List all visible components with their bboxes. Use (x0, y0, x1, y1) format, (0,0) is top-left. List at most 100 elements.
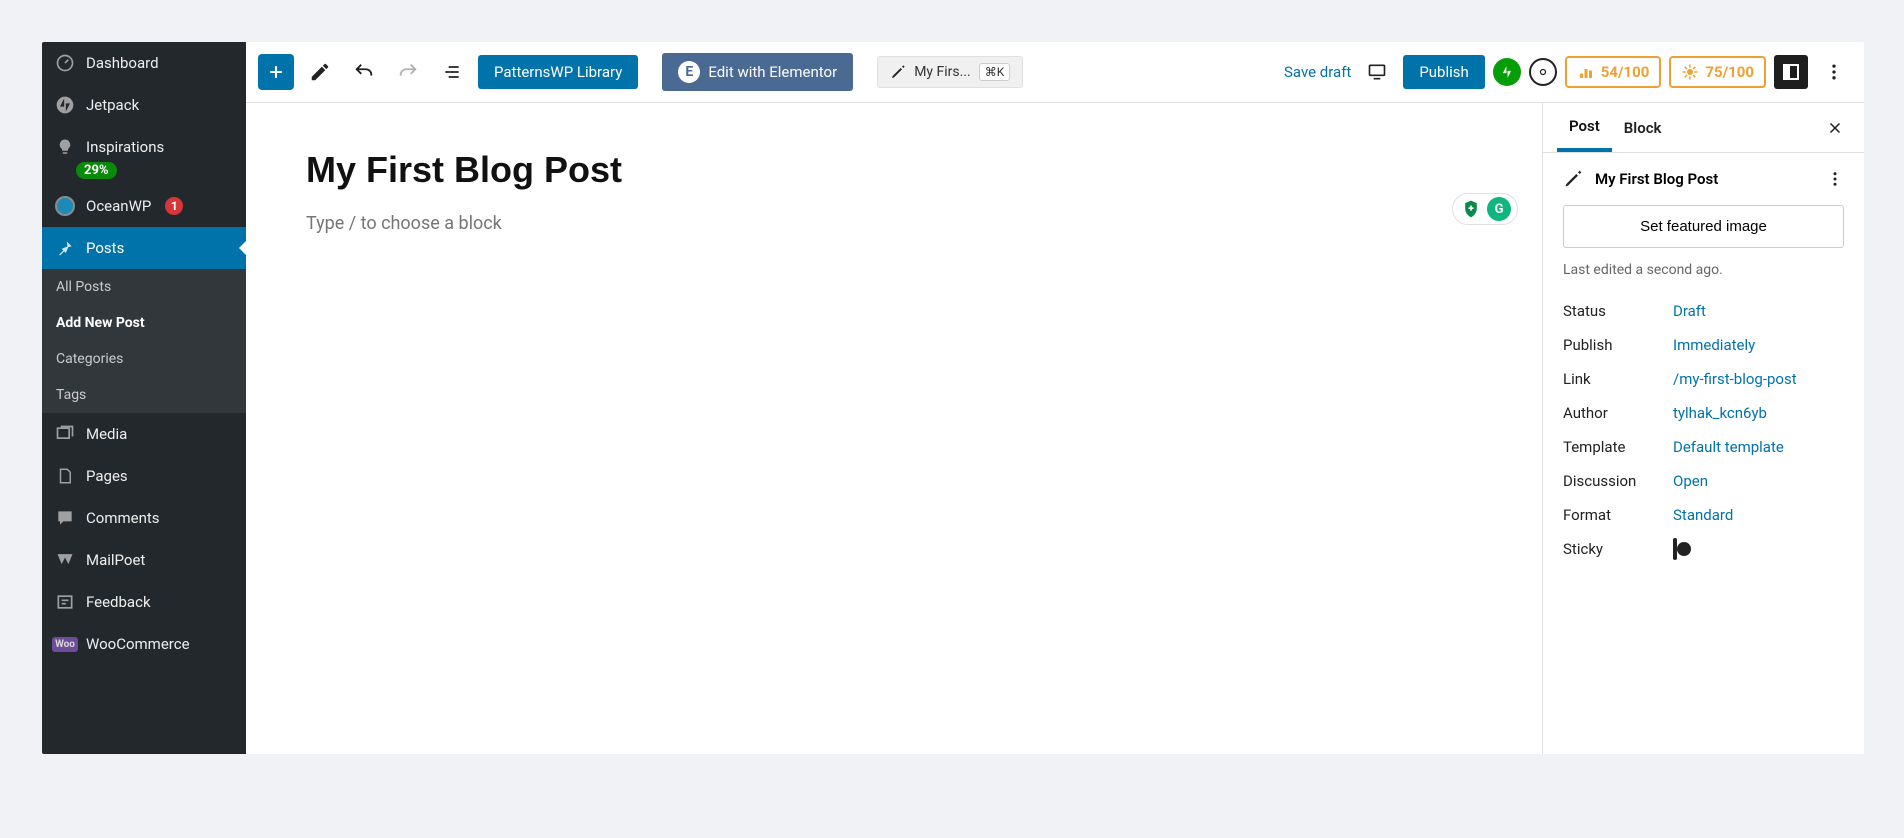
notification-count-badge: 1 (165, 197, 183, 215)
comment-icon (54, 507, 76, 529)
admin-sidebar: Dashboard Jetpack Inspirations 29% Ocean… (42, 42, 246, 754)
seo-gear-icon (1681, 63, 1699, 81)
sidebar-label: MailPoet (86, 551, 145, 569)
sidebar-item-jetpack[interactable]: Jetpack (42, 84, 246, 126)
status-label: Status (1563, 302, 1673, 320)
options-menu-button[interactable] (1816, 54, 1852, 90)
lightbulb-icon (54, 136, 76, 158)
redo-button[interactable] (390, 54, 426, 90)
jetpack-status-icon[interactable] (1493, 58, 1521, 86)
publish-label: Publish (1563, 336, 1673, 354)
gauge-icon (54, 52, 76, 74)
sidebar-label: WooCommerce (86, 635, 190, 653)
sidebar-item-dashboard[interactable]: Dashboard (42, 42, 246, 84)
sidebar-sub-all-posts[interactable]: All Posts (42, 269, 246, 305)
preview-button[interactable] (1359, 54, 1395, 90)
breadcrumb-text: My Firs... (914, 64, 971, 80)
save-draft-button[interactable]: Save draft (1284, 63, 1351, 81)
panel-tabs: Post Block (1543, 103, 1864, 153)
patternswp-button[interactable]: PatternsWP Library (478, 55, 638, 89)
close-panel-button[interactable] (1820, 113, 1850, 143)
settings-sidebar-toggle[interactable] (1774, 55, 1808, 89)
undo-button[interactable] (346, 54, 382, 90)
pen-icon (1563, 169, 1583, 189)
grammarly-icon[interactable]: G (1487, 197, 1511, 221)
mailpoet-icon (54, 549, 76, 571)
link-label: Link (1563, 370, 1673, 388)
pin-icon (54, 237, 76, 259)
sidebar-label: Posts (86, 239, 124, 257)
sidebar-label: Jetpack (86, 96, 139, 114)
jetpack-icon (54, 94, 76, 116)
tab-post[interactable]: Post (1557, 104, 1612, 152)
command-palette-button[interactable]: My Firs... ⌘K (877, 56, 1023, 88)
seo-bars-icon (1577, 63, 1595, 81)
format-value[interactable]: Standard (1673, 506, 1733, 524)
sticky-label: Sticky (1563, 540, 1673, 558)
author-label: Author (1563, 404, 1673, 422)
panel-post-title: My First Blog Post (1595, 170, 1718, 188)
sidebar-item-oceanwp[interactable]: OceanWP 1 (42, 185, 246, 227)
document-overview-button[interactable] (434, 54, 470, 90)
sidebar-item-feedback[interactable]: Feedback (42, 581, 246, 623)
publish-value[interactable]: Immediately (1673, 336, 1755, 354)
discussion-value[interactable]: Open (1673, 472, 1708, 490)
sidebar-label: Inspirations (86, 138, 164, 156)
elementor-icon: E (678, 61, 700, 83)
status-value[interactable]: Draft (1673, 302, 1706, 320)
editor-area: PatternsWP Library E Edit with Elementor… (246, 42, 1864, 754)
sidebar-label: Media (86, 425, 127, 443)
sidebar-item-comments[interactable]: Comments (42, 497, 246, 539)
seo-score-text: 54/100 (1601, 63, 1650, 81)
tab-block[interactable]: Block (1612, 106, 1674, 150)
edit-tool-button[interactable] (302, 54, 338, 90)
sidebar-item-media[interactable]: Media (42, 413, 246, 455)
edit-elementor-button[interactable]: E Edit with Elementor (662, 53, 853, 91)
discussion-label: Discussion (1563, 472, 1673, 490)
sidebar-item-woocommerce[interactable]: Woo WooCommerce (42, 623, 246, 665)
sidebar-item-inspirations[interactable]: Inspirations (42, 126, 246, 160)
template-label: Template (1563, 438, 1673, 456)
woocommerce-icon: Woo (54, 633, 76, 655)
sidebar-label: Feedback (86, 593, 151, 611)
sidebar-item-mailpoet[interactable]: MailPoet (42, 539, 246, 581)
floating-assistants: G (1452, 193, 1518, 225)
last-edited-text: Last edited a second ago. (1563, 262, 1844, 278)
template-value[interactable]: Default template (1673, 438, 1784, 456)
post-title-input[interactable] (306, 149, 1482, 191)
sidebar-sub-tags[interactable]: Tags (42, 377, 246, 413)
inspirations-progress-badge: 29% (76, 162, 117, 179)
author-value[interactable]: tylhak_kcn6yb (1673, 404, 1767, 422)
format-label: Format (1563, 506, 1673, 524)
sidebar-label: Comments (86, 509, 160, 527)
yoast-icon[interactable] (1529, 58, 1557, 86)
set-featured-image-button[interactable]: Set featured image (1563, 205, 1844, 248)
sidebar-sub-add-new[interactable]: Add New Post (42, 305, 246, 341)
block-placeholder[interactable]: Type / to choose a block (306, 213, 1482, 234)
link-value[interactable]: /my-first-blog-post (1673, 370, 1797, 388)
sidebar-label: Pages (86, 467, 128, 485)
sidebar-label: Dashboard (86, 54, 159, 72)
sticky-toggle[interactable] (1673, 538, 1677, 560)
sidebar-item-posts[interactable]: Posts (42, 227, 246, 269)
oceanwp-icon (54, 195, 76, 217)
publish-button[interactable]: Publish (1403, 55, 1484, 89)
sidebar-item-pages[interactable]: Pages (42, 455, 246, 497)
sidebar-label: OceanWP (86, 197, 151, 215)
elementor-label: Edit with Elementor (708, 63, 837, 81)
add-block-button[interactable] (258, 54, 294, 90)
pen-icon (890, 64, 906, 80)
shield-icon[interactable] (1459, 197, 1483, 221)
keyboard-shortcut: ⌘K (979, 63, 1011, 81)
seo-score-text: 75/100 (1705, 63, 1754, 81)
editor-canvas[interactable]: Type / to choose a block G (246, 103, 1542, 754)
media-icon (54, 423, 76, 445)
seo-score-2[interactable]: 75/100 (1669, 56, 1766, 88)
page-icon (54, 465, 76, 487)
seo-score-1[interactable]: 54/100 (1565, 56, 1662, 88)
feedback-icon (54, 591, 76, 613)
settings-panel: Post Block My First Blog Post Set featur… (1542, 103, 1864, 754)
post-actions-menu[interactable] (1826, 170, 1844, 188)
sidebar-sub-categories[interactable]: Categories (42, 341, 246, 377)
editor-toolbar: PatternsWP Library E Edit with Elementor… (246, 42, 1864, 103)
